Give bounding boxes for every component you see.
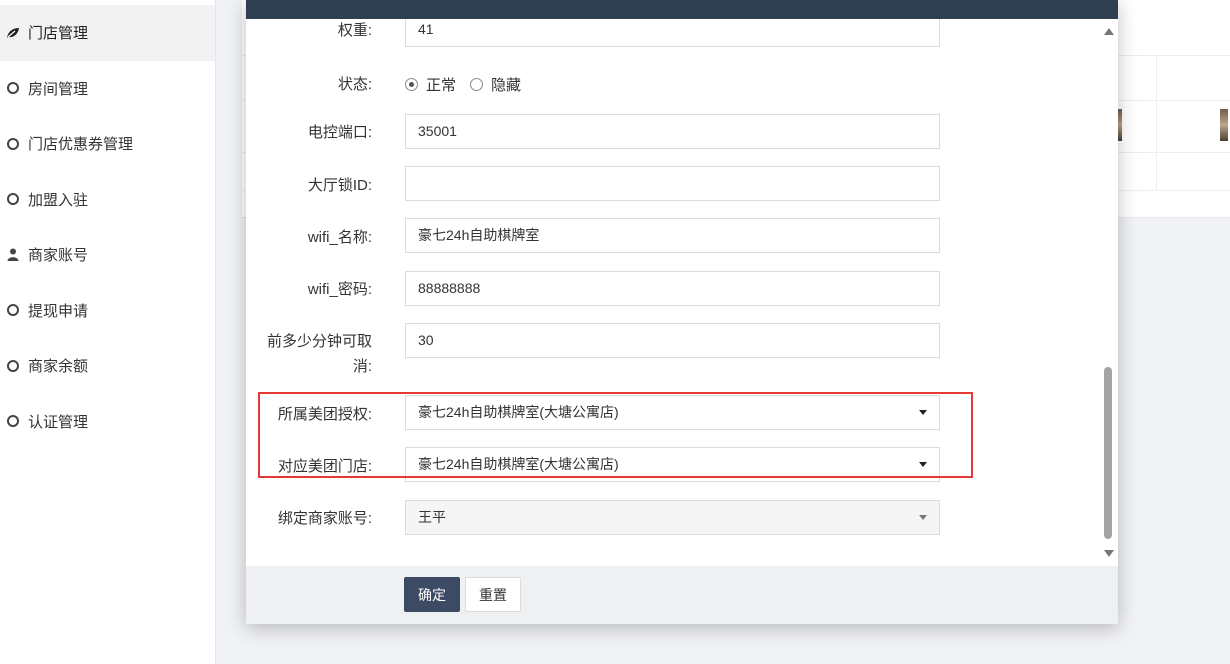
thumbnail-image	[1220, 109, 1228, 141]
merchant-label: 绑定商家账号:	[277, 510, 372, 527]
chevron-down-icon	[919, 410, 927, 415]
circle-icon	[6, 137, 20, 151]
wifi-name-label: wifi_名称:	[307, 229, 372, 246]
wifi-password-input[interactable]: 88888888	[405, 271, 940, 306]
sidebar-item-label: 加盟入驻	[28, 191, 89, 209]
table-divider	[1156, 55, 1157, 190]
lobby-lock-input[interactable]	[405, 166, 940, 201]
sidebar-item-withdrawal[interactable]: 提现申请	[0, 283, 215, 339]
status-radio-hidden[interactable]	[470, 78, 484, 91]
lobby-lock-label: 大厅锁ID:	[307, 177, 372, 194]
status-radio-normal[interactable]	[405, 78, 418, 91]
cancel-minutes-label-line2: 消:	[352, 358, 372, 375]
port-label: 电控端口:	[307, 124, 372, 141]
edit-store-modal: 权重: 41 状态: 正常 隐藏 电控端口: 35001 大厅锁ID: wifi…	[246, 0, 1118, 624]
status-label: 状态:	[337, 76, 372, 93]
merchant-value: 王平	[418, 509, 446, 525]
chevron-down-icon	[919, 515, 927, 520]
meituan-store-select[interactable]: 豪七24h自助棋牌室(大塘公寓店)	[405, 447, 940, 482]
wifi-password-label: wifi_密码:	[307, 281, 372, 298]
sidebar-item-merchant-account[interactable]: 商家账号	[0, 227, 215, 283]
meituan-store-value: 豪七24h自助棋牌室(大塘公寓店)	[418, 456, 619, 472]
sidebar-item-room-management[interactable]: 房间管理	[0, 61, 215, 117]
sidebar-item-label: 认证管理	[28, 413, 89, 431]
scroll-down-arrow-icon[interactable]	[1104, 550, 1114, 557]
merchant-select[interactable]: 王平	[405, 500, 940, 535]
sidebar-item-store-management[interactable]: 门店管理	[0, 5, 215, 61]
weight-label: 权重:	[337, 22, 372, 39]
circle-icon	[6, 359, 20, 373]
weight-input[interactable]: 41	[405, 19, 940, 47]
scrollbar-thumb[interactable]	[1104, 367, 1112, 539]
status-radio-group: 正常 隐藏	[405, 72, 535, 97]
status-option-hidden[interactable]: 隐藏	[491, 74, 521, 95]
status-option-normal[interactable]: 正常	[426, 74, 456, 95]
sidebar-item-label: 门店优惠券管理	[28, 136, 134, 154]
sidebar-item-certification[interactable]: 认证管理	[0, 394, 215, 450]
sidebar: 门店管理 房间管理 门店优惠券管理 加盟入驻 商家账号 提现申请 商家余额 认证…	[0, 0, 216, 664]
cancel-minutes-label-line1: 前多少分钟可取	[266, 333, 372, 350]
confirm-button[interactable]: 确定	[404, 577, 460, 612]
reset-button[interactable]: 重置	[465, 577, 521, 612]
circle-icon	[6, 81, 20, 95]
sidebar-item-label: 商家账号	[28, 247, 89, 265]
chevron-down-icon	[919, 462, 927, 467]
circle-icon	[6, 414, 20, 428]
meituan-auth-label: 所属美团授权:	[277, 406, 372, 423]
sidebar-item-label: 提现申请	[28, 302, 89, 320]
leaf-icon	[6, 26, 20, 40]
modal-body: 权重: 41 状态: 正常 隐藏 电控端口: 35001 大厅锁ID: wifi…	[246, 19, 1118, 566]
modal-scrollbar[interactable]	[1100, 19, 1116, 566]
meituan-store-label: 对应美团门店:	[277, 458, 372, 475]
wifi-name-input[interactable]: 豪七24h自助棋牌室	[405, 218, 940, 253]
sidebar-item-label: 房间管理	[28, 80, 89, 98]
user-icon	[6, 248, 20, 262]
sidebar-item-label: 商家余额	[28, 358, 89, 376]
scroll-up-arrow-icon[interactable]	[1104, 28, 1114, 35]
sidebar-item-coupon-management[interactable]: 门店优惠券管理	[0, 116, 215, 172]
port-input[interactable]: 35001	[405, 114, 940, 149]
modal-header	[246, 0, 1118, 19]
meituan-auth-value: 豪七24h自助棋牌室(大塘公寓店)	[418, 404, 619, 420]
sidebar-item-label: 门店管理	[28, 25, 89, 43]
meituan-auth-select[interactable]: 豪七24h自助棋牌室(大塘公寓店)	[405, 395, 940, 430]
modal-footer: 确定 重置	[246, 566, 1118, 624]
cancel-minutes-input[interactable]: 30	[405, 323, 940, 358]
circle-icon	[6, 303, 20, 317]
sidebar-item-balance[interactable]: 商家余额	[0, 338, 215, 394]
circle-icon	[6, 192, 20, 206]
sidebar-item-franchise[interactable]: 加盟入驻	[0, 172, 215, 228]
